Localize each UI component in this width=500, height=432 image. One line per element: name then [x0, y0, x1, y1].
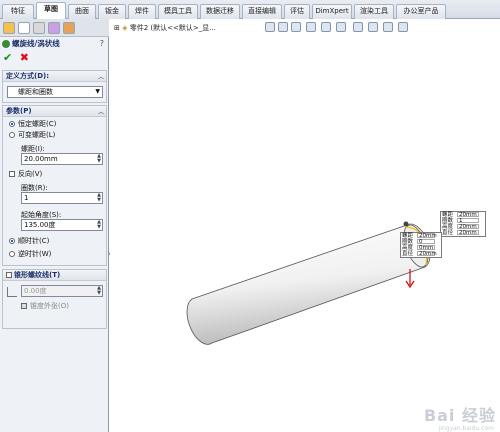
- variable-pitch-label: 可变螺距(L): [18, 131, 56, 139]
- taper-outward-label: 锥度外张(O): [30, 302, 69, 310]
- spin-arrows-icon[interactable]: ▲ ▼: [97, 193, 101, 203]
- callout-value[interactable]: 0mm: [417, 245, 435, 251]
- taper-angle-value: 0.00度: [24, 287, 47, 295]
- tab-mold-tools[interactable]: 模具工具: [158, 4, 198, 19]
- checkbox-icon: [6, 272, 12, 278]
- start-point-marker[interactable]: [403, 221, 409, 227]
- feature-manager-icon[interactable]: [3, 22, 15, 34]
- defined-by-section: 定义方式(D): ︿ 螺距和圈数 ▼: [2, 70, 107, 103]
- radio-selected-icon: [9, 238, 15, 244]
- taper-outward-checkbox[interactable]: 锥度外张(O): [21, 302, 69, 311]
- pitch-input[interactable]: 20.00mm ▲ ▼: [21, 153, 103, 165]
- tab-surfaces[interactable]: 曲面: [68, 4, 96, 19]
- helix-callout-mid[interactable]: 螺距 20mm 圈数 0 高度 0mm 直径 20mm: [400, 232, 442, 258]
- reverse-label: 反向(V): [18, 170, 43, 178]
- variable-pitch-radio[interactable]: 可变螺距(L): [9, 131, 55, 140]
- counterclockwise-label: 逆时针(W): [18, 250, 52, 258]
- callout-value[interactable]: 20mm: [417, 233, 437, 239]
- dimxpert-manager-icon[interactable]: [48, 22, 60, 34]
- property-manager-icon[interactable]: [18, 22, 30, 34]
- counterclockwise-radio[interactable]: 逆时针(W): [9, 250, 51, 259]
- taper-angle-input[interactable]: 0.00度 ▲ ▼: [21, 285, 103, 297]
- callout-value[interactable]: 20mm: [457, 212, 479, 218]
- tab-sheet-metal[interactable]: 钣金: [98, 4, 126, 19]
- clockwise-label: 顺时针(C): [18, 237, 50, 245]
- parameters-title[interactable]: 参数(P): [3, 106, 106, 117]
- tab-render-tools[interactable]: 渲染工具: [354, 4, 394, 19]
- spin-arrows-icon[interactable]: ▲ ▼: [97, 220, 101, 230]
- checkbox-icon: [21, 303, 27, 309]
- revolutions-value: 1: [24, 194, 29, 202]
- tab-weldments[interactable]: 焊件: [128, 4, 156, 19]
- taper-section: 锥形螺纹线(T) 0.00度 ▲ ▼ 锥度外张(O): [2, 269, 107, 329]
- manager-toolbar: [0, 19, 109, 37]
- tab-sketch[interactable]: 草图: [36, 2, 66, 20]
- collapse-icon[interactable]: ︿: [98, 107, 104, 116]
- ok-button[interactable]: ✔: [3, 51, 12, 64]
- checkbox-icon: [9, 171, 15, 177]
- taper-title[interactable]: 锥形螺纹线(T): [3, 270, 106, 281]
- spin-arrows-icon[interactable]: ▲ ▼: [97, 286, 101, 296]
- constant-pitch-radio[interactable]: 恒定螺距(C): [9, 120, 56, 129]
- callout-value[interactable]: 20mm: [457, 230, 479, 236]
- reverse-checkbox[interactable]: 反向(V): [9, 170, 42, 179]
- collapse-icon[interactable]: ︿: [98, 72, 104, 81]
- start-angle-value: 135.00度: [24, 221, 56, 229]
- callout-value[interactable]: 0: [417, 239, 435, 245]
- defined-by-title[interactable]: 定义方式(D):: [3, 71, 106, 82]
- pitch-value: 20.00mm: [24, 155, 58, 163]
- panel-title: 螺旋线/涡状线: [12, 39, 60, 48]
- watermark-logo: Bai 经验: [423, 406, 496, 425]
- callout-key: 直径: [402, 251, 414, 257]
- graphics-area[interactable]: ⊞ ◈ 零件2 (默认<<默认>_显... 螺距 20mm 圈数 1 高度 20…: [110, 19, 500, 432]
- cancel-button[interactable]: ✖: [20, 51, 29, 64]
- configuration-manager-icon[interactable]: [33, 22, 45, 34]
- radio-icon: [9, 132, 15, 138]
- property-manager-panel: 螺旋线/涡状线 ? ✔ ✖ 定义方式(D): ︿ 螺距和圈数 ▼ 参数(P) ︿…: [0, 19, 109, 432]
- parameters-section: 参数(P) ︿ 恒定螺距(C) 可变螺距(L) 螺距(I): 20.00mm ▲…: [2, 105, 107, 266]
- callout-value[interactable]: 20mm: [417, 251, 437, 257]
- defined-by-select[interactable]: 螺距和圈数 ▼: [7, 86, 103, 98]
- chevron-down-icon: ▼: [95, 88, 100, 95]
- tab-direct-editing[interactable]: 直接编辑: [242, 4, 282, 19]
- taper-angle-icon: [7, 287, 17, 297]
- display-manager-icon[interactable]: [63, 22, 75, 34]
- callout-value[interactable]: 20mm: [457, 224, 479, 230]
- cylinder-body[interactable]: [186, 223, 431, 345]
- callout-key: 直径: [442, 230, 454, 236]
- radio-icon: [9, 251, 15, 257]
- taper-label: 锥形螺纹线(T): [14, 271, 61, 279]
- callout-value[interactable]: 1: [457, 218, 479, 224]
- tab-evaluate[interactable]: 评估: [284, 4, 310, 19]
- spin-arrows-icon[interactable]: ▲ ▼: [97, 154, 101, 164]
- help-icon[interactable]: ?: [100, 39, 104, 48]
- defined-by-value: 螺距和圈数: [18, 88, 53, 96]
- command-manager-tabs: 特征 草图 曲面 钣金 焊件 模具工具 数据迁移 直接编辑 评估 DimXper…: [0, 0, 500, 20]
- tab-data-migration[interactable]: 数据迁移: [200, 4, 240, 19]
- watermark-url: jingyan.baidu.com: [438, 425, 494, 432]
- tab-dimxpert[interactable]: DimXpert: [312, 4, 352, 19]
- start-angle-input[interactable]: 135.00度 ▲ ▼: [21, 219, 103, 231]
- tab-features[interactable]: 特征: [2, 4, 34, 19]
- radio-selected-icon: [9, 121, 15, 127]
- helix-callout-top[interactable]: 螺距 20mm 圈数 1 高度 20mm 直径 20mm: [440, 211, 486, 237]
- clockwise-radio[interactable]: 顺时针(C): [9, 237, 49, 246]
- ok-cancel-bar: ✔ ✖: [3, 52, 29, 64]
- constant-pitch-label: 恒定螺距(C): [18, 120, 57, 128]
- tab-office-products[interactable]: 办公室产品: [396, 4, 446, 19]
- revolutions-input[interactable]: 1 ▲ ▼: [21, 192, 103, 204]
